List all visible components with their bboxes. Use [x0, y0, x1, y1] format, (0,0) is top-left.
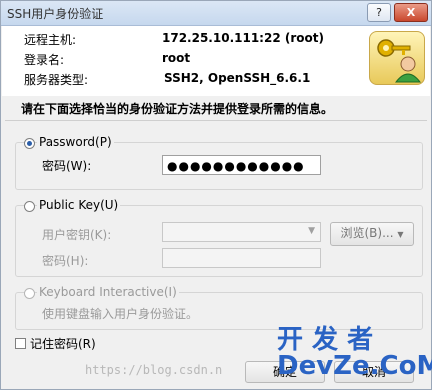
password-value: ●●●●●●●●●●●● [167, 159, 305, 173]
login-label: 登录名: [24, 53, 65, 67]
password-radio[interactable] [24, 138, 35, 149]
help-button[interactable]: ? [367, 3, 391, 22]
connection-info-panel: 远程主机: 172.25.10.111:22 (root) 登录名: root … [2, 26, 430, 96]
watermark-url: https://blog.csdn.n [85, 363, 223, 377]
divider [5, 120, 427, 121]
server-type-label: 服务器类型: [24, 73, 89, 87]
password-input[interactable]: ●●●●●●●●●●●● [162, 155, 321, 175]
dropdown-arrow-icon: ▼ [397, 230, 404, 239]
user-key-select[interactable]: ▼ [162, 222, 321, 242]
title-bar: SSH用户身份验证 ? X [1, 1, 431, 26]
host-value: 172.25.10.111:22 (root) [162, 31, 324, 45]
login-value: root [162, 51, 191, 65]
public-key-radio[interactable] [24, 201, 35, 212]
keyboard-interactive-label: Keyboard Interactive(I) [37, 285, 179, 299]
password-field-label: 密码(W): [40, 157, 94, 174]
window-title: SSH用户身份验证 [7, 7, 104, 21]
password-radio-label: Password(P) [37, 135, 114, 149]
instruction-heading: 请在下面选择恰当的身份验证方法并提供登录所需的信息。 [21, 102, 334, 116]
host-label: 远程主机: [24, 33, 77, 47]
browse-button[interactable]: 浏览(B)... ▼ [330, 222, 414, 246]
watermark-brand-bottom: DevZe.CoM [277, 351, 432, 381]
remember-password-checkbox[interactable] [15, 338, 26, 349]
passphrase-input[interactable] [162, 248, 321, 268]
public-key-radio-label: Public Key(U) [37, 198, 121, 212]
keyboard-interactive-radio[interactable] [24, 288, 35, 299]
remember-password-label: 记住密码(R) [28, 335, 98, 352]
browse-label: 浏览(B)... [340, 226, 394, 240]
passphrase-label: 密码(H): [40, 252, 91, 269]
keyboard-interactive-desc: 使用键盘输入用户身份验证。 [40, 305, 201, 322]
key-user-icon [369, 31, 425, 85]
ssh-auth-dialog: SSH用户身份验证 ? X 远程主机: 172.25.10.111:22 (ro… [0, 0, 432, 390]
chevron-down-icon: ▼ [308, 226, 315, 236]
close-button[interactable]: X [394, 3, 428, 22]
user-key-label: 用户密钥(K): [40, 226, 114, 243]
server-type-value: SSH2, OpenSSH_6.6.1 [164, 71, 311, 85]
